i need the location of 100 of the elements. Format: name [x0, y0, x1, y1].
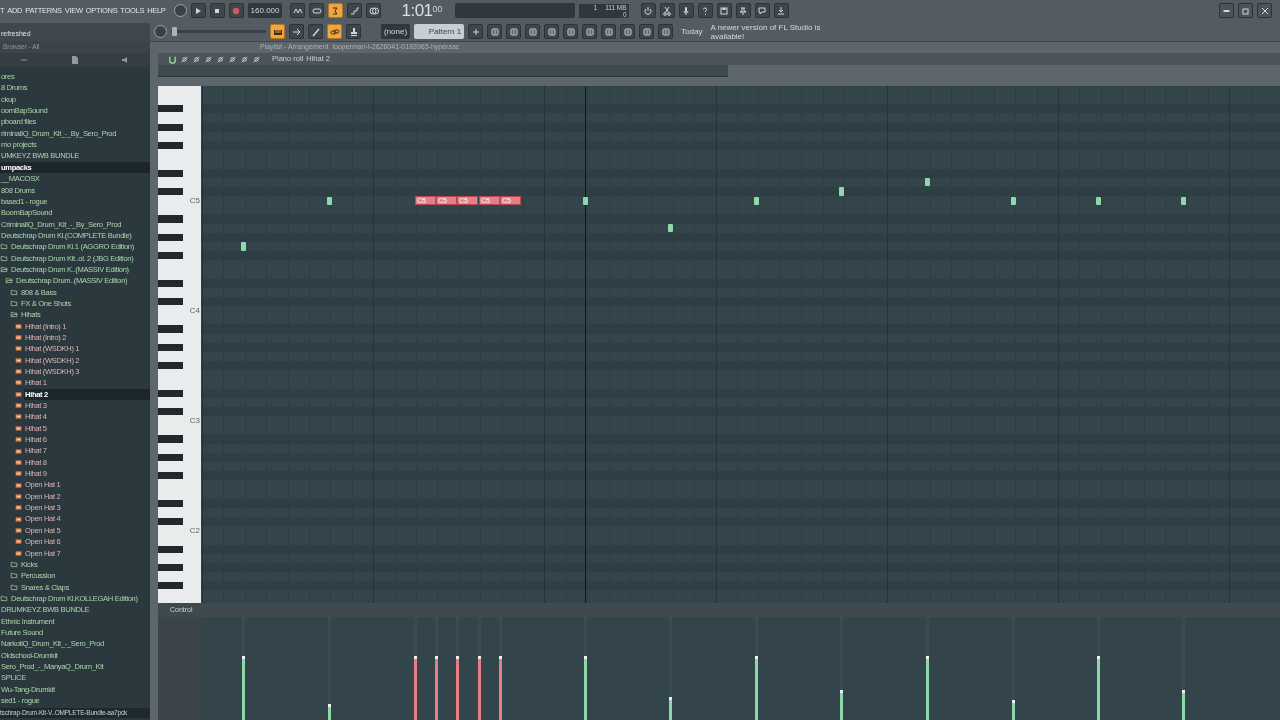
toolbar-button[interactable] [563, 24, 579, 39]
toolbar-button[interactable] [601, 24, 617, 39]
toolbar-button[interactable] [754, 3, 770, 18]
file-icon [15, 481, 22, 489]
stop-button[interactable] [209, 3, 225, 18]
chat-icon [757, 5, 768, 16]
toolbar-button[interactable] [544, 24, 560, 39]
toggle-button[interactable] [346, 24, 361, 39]
step-icon [350, 5, 360, 16]
file-icon [15, 549, 22, 557]
toolbar-button[interactable] [678, 3, 694, 18]
piano-key[interactable] [158, 362, 183, 370]
toggle-button[interactable] [327, 24, 342, 39]
pattern-style-select[interactable]: (none) [381, 24, 411, 39]
note[interactable] [754, 196, 759, 205]
piano-key[interactable] [158, 545, 183, 553]
toggle-button[interactable] [328, 3, 344, 18]
close-icon [1259, 5, 1270, 16]
piano-key[interactable] [158, 187, 183, 195]
window-button[interactable] [1257, 3, 1272, 18]
save-icon [719, 5, 730, 16]
file-icon [15, 424, 22, 432]
toolbar-button[interactable] [697, 3, 713, 18]
velocity-bar[interactable] [328, 703, 331, 720]
piano-key[interactable] [158, 279, 183, 287]
toolbar-button[interactable] [639, 24, 655, 39]
toolbar-button[interactable] [620, 24, 636, 39]
piano-key[interactable] [158, 252, 183, 260]
file-icon [15, 492, 22, 500]
piano-key[interactable] [158, 453, 183, 461]
velocity-lane[interactable] [201, 617, 1280, 720]
note[interactable] [327, 196, 332, 205]
piano-key[interactable] [158, 105, 183, 113]
file-icon [15, 390, 22, 398]
tempo-display[interactable]: 160.000 [247, 3, 283, 18]
toolbar-button[interactable] [468, 24, 484, 39]
piano-key[interactable] [158, 563, 183, 571]
file-icon [15, 402, 22, 410]
window-button[interactable] [1238, 3, 1253, 18]
piano-key[interactable] [158, 169, 183, 177]
note[interactable] [668, 224, 673, 233]
pitch-knob[interactable] [154, 25, 167, 38]
toolbar-button[interactable] [659, 3, 675, 18]
key-label: C2 [189, 526, 200, 536]
piano-key[interactable] [158, 123, 183, 131]
note[interactable] [1011, 196, 1016, 205]
piano-key[interactable] [158, 582, 183, 590]
file-icon [15, 356, 22, 364]
note[interactable] [925, 178, 930, 187]
toggle-button[interactable] [270, 24, 285, 39]
download-icon [776, 5, 787, 16]
file-icon [15, 526, 22, 534]
file-icon [15, 504, 22, 512]
toolbar-button[interactable] [525, 24, 541, 39]
piano-key[interactable] [158, 518, 183, 526]
toggle-button[interactable] [347, 3, 363, 18]
key-label: C4 [189, 306, 200, 316]
piano-key[interactable] [158, 233, 183, 241]
record-icon [231, 5, 242, 16]
piano-key[interactable] [158, 297, 183, 306]
toolbar-button[interactable] [506, 24, 522, 39]
toolbar-button[interactable] [735, 3, 751, 18]
number-icon [331, 5, 341, 16]
file-icon [15, 345, 22, 353]
toggle-button[interactable] [290, 3, 306, 18]
microphone-icon [681, 5, 692, 16]
file-icon [15, 334, 22, 342]
note[interactable] [583, 196, 588, 205]
window-button[interactable] [1219, 3, 1234, 18]
toolbar-button[interactable] [658, 24, 674, 39]
pattern-selector[interactable]: Pattern 1 [414, 24, 465, 39]
power-icon [643, 5, 654, 16]
toolbar-button[interactable] [716, 3, 732, 18]
toggle-button[interactable] [309, 3, 325, 18]
piano-key[interactable] [158, 343, 183, 351]
key-label: C5 [189, 196, 200, 206]
minimize-icon [1223, 9, 1230, 12]
piano-keyboard[interactable]: C5 C4 C3 C2 [158, 86, 201, 603]
plus-icon [470, 26, 481, 37]
toolbar-button[interactable] [773, 3, 789, 18]
toolbar-button[interactable] [640, 3, 656, 18]
toolbar-button[interactable] [582, 24, 598, 39]
piano-key[interactable] [158, 142, 183, 150]
piano-key[interactable] [158, 499, 183, 507]
play-button[interactable] [190, 3, 206, 18]
toolbar-button[interactable] [487, 24, 503, 39]
magnet-icon [168, 54, 177, 64]
piano-key[interactable] [158, 407, 183, 416]
pin-icon [738, 5, 749, 16]
note[interactable] [1096, 196, 1101, 205]
toggle-button[interactable] [366, 3, 382, 18]
master-knob[interactable] [173, 4, 187, 17]
note[interactable] [1181, 196, 1186, 205]
loop-icon [312, 5, 322, 16]
file-icon [15, 436, 22, 444]
slider-thumb[interactable] [171, 27, 177, 36]
piano-key[interactable] [158, 389, 183, 397]
key-label: C3 [189, 416, 200, 426]
piano-key[interactable] [158, 472, 183, 480]
time-display: 1:01 [401, 0, 433, 22]
